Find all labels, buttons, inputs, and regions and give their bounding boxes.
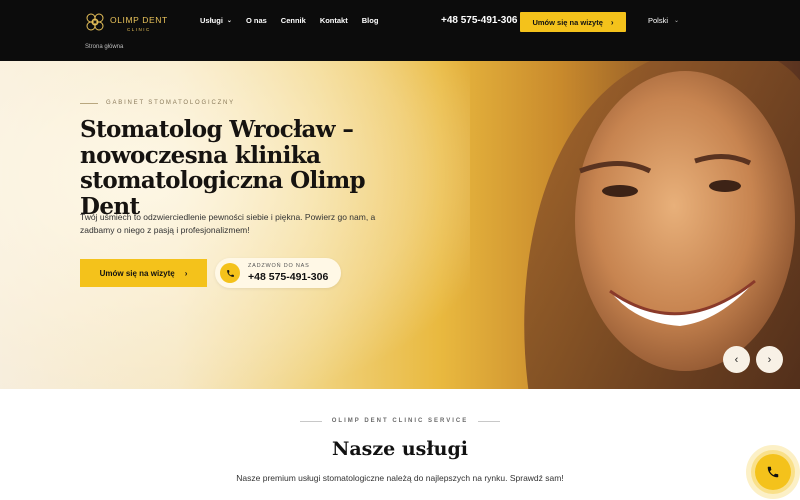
slider-next-button[interactable]: › — [756, 346, 783, 373]
logo[interactable]: OLIMP DENT CLINIC — [85, 11, 168, 33]
language-selector[interactable]: Polski ⌄ — [648, 16, 679, 25]
phone-icon — [755, 454, 791, 490]
hero-section: GABINET STOMATOLOGICZNY Stomatolog Wrocł… — [0, 61, 800, 389]
hero-photo-smiling-woman — [524, 61, 800, 389]
nav-item-o-nas[interactable]: O nas — [246, 16, 267, 25]
logo-sub: CLINIC — [127, 27, 151, 32]
services-eyebrow: OLIMP DENT CLINIC SERVICE — [0, 418, 800, 424]
eyebrow-line — [478, 420, 501, 422]
main-nav: Usługi ⌄ O nas Cennik Kontakt Blog — [200, 16, 392, 25]
nav-item-kontakt[interactable]: Kontakt — [320, 16, 348, 25]
nav-item-uslugi[interactable]: Usługi ⌄ — [200, 16, 232, 25]
header-phone-link[interactable]: +48 575-491-306 — [441, 15, 517, 26]
hero-call-button[interactable]: ZADZWOŃ DO NAS +48 575-491-306 — [215, 258, 341, 288]
button-label: Umów się na wizytę — [99, 268, 175, 278]
chevron-right-icon: › — [184, 268, 188, 278]
nav-item-label: Usługi — [200, 16, 223, 25]
nav-item-cennik[interactable]: Cennik — [281, 16, 306, 25]
floating-call-button[interactable] — [746, 445, 800, 499]
services-title: Nasze usługi — [331, 438, 468, 460]
chevron-left-icon: ‹ — [734, 353, 739, 366]
services-description: Nasze premium usługi stomatologiczne nal… — [236, 473, 564, 483]
nav-item-blog[interactable]: Blog — [362, 16, 379, 25]
hero-description: Twój uśmiech to odzwierciedlenie pewnośc… — [80, 212, 376, 235]
logo-name: OLIMP DENT — [110, 15, 168, 25]
hero-title: Stomatolog Wrocław – nowoczesna klinika … — [80, 116, 366, 220]
breadcrumb[interactable]: Strona główna — [85, 44, 123, 50]
eyebrow-line — [80, 102, 98, 104]
chevron-right-icon: › — [610, 17, 614, 27]
slider-prev-button[interactable]: ‹ — [723, 346, 750, 373]
call-label: ZADZWOŃ DO NAS — [248, 263, 310, 269]
phone-icon — [220, 263, 240, 283]
chevron-down-icon: ⌄ — [674, 18, 680, 24]
eyebrow-line — [299, 420, 322, 422]
olimp-dent-logo-icon — [86, 13, 104, 31]
site-header: OLIMP DENT CLINIC Strona główna Usługi ⌄… — [0, 0, 800, 61]
header-book-visit-button[interactable]: Umów się na wizytę › — [520, 12, 626, 32]
hero-book-visit-button[interactable]: Umów się na wizytę › — [80, 259, 207, 287]
call-number: +48 575-491-306 — [248, 270, 329, 283]
language-label: Polski — [648, 16, 669, 25]
services-eyebrow-text: OLIMP DENT CLINIC SERVICE — [331, 418, 469, 424]
hero-eyebrow-text: GABINET STOMATOLOGICZNY — [106, 100, 235, 106]
chevron-right-icon: › — [767, 353, 772, 366]
hero-eyebrow: GABINET STOMATOLOGICZNY — [80, 100, 235, 106]
button-label: Umów się na wizytę — [532, 17, 603, 27]
chevron-down-icon: ⌄ — [226, 18, 232, 24]
